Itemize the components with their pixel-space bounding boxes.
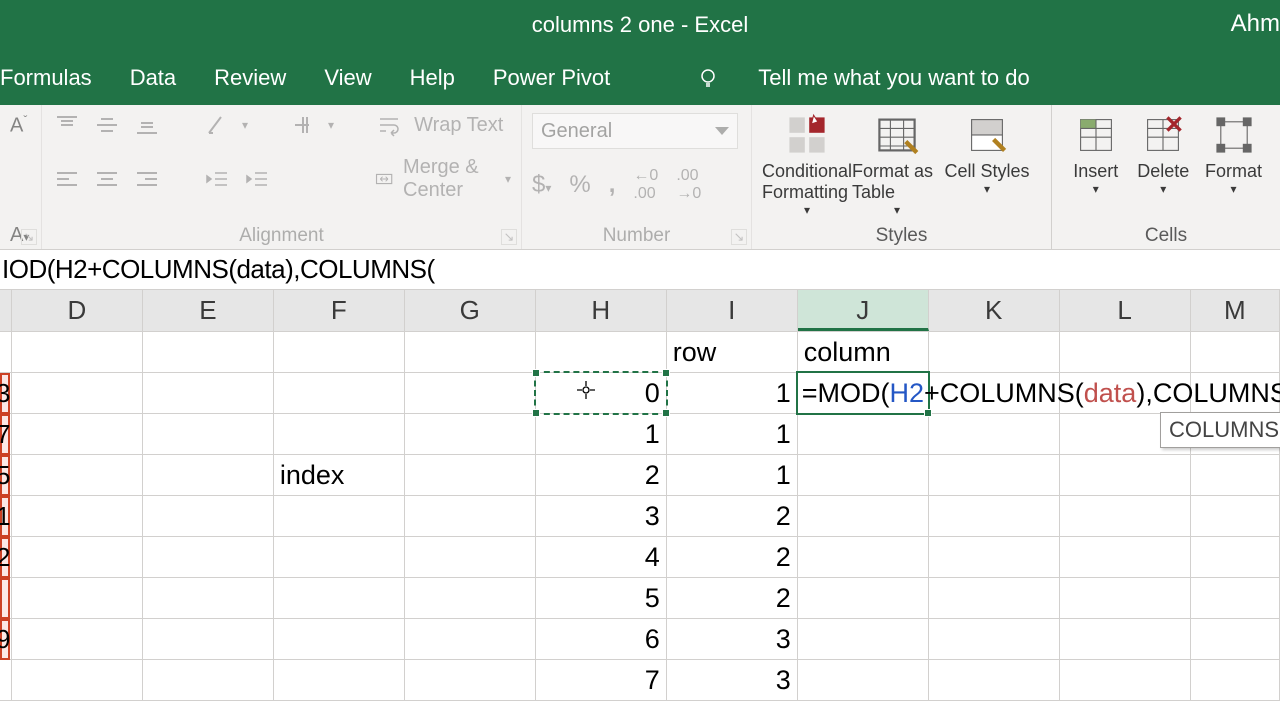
tab-view[interactable]: View [324,65,371,91]
align-middle-icon[interactable] [92,113,122,137]
cell-H8[interactable]: 6 [536,619,667,660]
ribbon-tabs: Formulas Data Review View Help Power Piv… [0,50,1280,105]
col-header-E[interactable]: E [143,290,274,331]
increase-indent-icon[interactable] [242,167,272,191]
format-cells-button[interactable]: Format▾ [1197,113,1270,196]
insert-cells-button[interactable]: Insert▾ [1062,113,1130,196]
align-right-icon[interactable] [132,167,162,191]
cell-I3[interactable]: 1 [667,414,798,455]
align-center-icon[interactable] [92,167,122,191]
increase-decimal-button[interactable]: ←0.00 [633,167,658,203]
cell-I2[interactable]: 1 [667,373,798,414]
cell-I7[interactable]: 2 [667,578,798,619]
cell-H2-selected[interactable]: 0 [536,373,667,414]
align-bottom-icon[interactable] [132,113,162,137]
cell-styles-icon [965,113,1009,157]
wrap-text-button[interactable]: Wrap Text [374,113,503,137]
cell-H3[interactable]: 1 [536,414,667,455]
number-format-dropdown[interactable]: General [532,113,738,149]
align-top-icon[interactable] [52,113,82,137]
cell-H7[interactable]: 5 [536,578,667,619]
formula-bar[interactable]: IOD(H2+COLUMNS(data),COLUMNS( [0,250,1280,290]
ribbon: Aˇ A▾ ↘ ▾ ▾ Wrap Text [0,105,1280,250]
cells-group: Insert▾ Delete▾ Format▾ Cells [1052,105,1280,249]
col-header-M[interactable]: M [1191,290,1280,331]
col-header-I[interactable]: I [667,290,798,331]
cells-group-label: Cells [1062,221,1270,247]
insert-icon [1074,113,1118,157]
cell-I1[interactable]: row [667,332,798,373]
number-group-label: Number [532,221,741,247]
cell-H4[interactable]: 2 [536,455,667,496]
delete-cells-button[interactable]: Delete▾ [1130,113,1198,196]
styles-group: Conditional Formatting▾ Format as Table▾… [752,105,1052,249]
cell-I5[interactable]: 2 [667,496,798,537]
col-header-F[interactable]: F [274,290,405,331]
styles-group-label: Styles [762,221,1041,247]
decrease-indent-icon[interactable] [202,167,232,191]
merge-icon [375,167,393,191]
tab-review[interactable]: Review [214,65,286,91]
number-group: General $▾ % , ←0.00 .00→0 Number ↘ [522,105,752,249]
worksheet-grid[interactable]: D E F G H I J K L M row column 3 0 1 =M [0,290,1280,701]
cell-styles-button[interactable]: Cell Styles▾ [942,113,1032,217]
format-table-icon [875,113,919,157]
chevron-down-icon [715,127,729,135]
cell-I9[interactable]: 3 [667,660,798,701]
font-size-button[interactable]: Aˇ [10,113,27,138]
tab-data[interactable]: Data [130,65,176,91]
cell-H9[interactable]: 7 [536,660,667,701]
col-header-H[interactable]: H [536,290,667,331]
format-icon [1212,113,1256,157]
percent-button[interactable]: % [569,171,590,199]
title-bar: columns 2 one - Excel Ahm [0,0,1280,50]
decrease-decimal-button[interactable]: .00→0 [676,167,701,203]
alignment-group: ▾ ▾ Wrap Text Mer [42,105,522,249]
conditional-formatting-icon [785,113,829,157]
currency-button[interactable]: $▾ [532,171,551,199]
tab-formulas[interactable]: Formulas [0,65,92,91]
cell-I6[interactable]: 2 [667,537,798,578]
align-left-icon[interactable] [52,167,82,191]
col-header-L[interactable]: L [1060,290,1191,331]
font-group-partial: Aˇ A▾ ↘ [0,105,42,249]
alignment-group-label: Alignment [52,221,511,247]
font-dialog-launcher[interactable]: ↘ [21,229,37,245]
tab-power-pivot[interactable]: Power Pivot [493,65,610,91]
cell-H5[interactable]: 3 [536,496,667,537]
account-name[interactable]: Ahm [1231,0,1280,50]
delete-icon [1141,113,1185,157]
cell-J1[interactable]: column [798,332,929,373]
col-header-J[interactable]: J [798,290,929,331]
cell-J2-editing[interactable]: =MOD(H2+COLUMNS(data),COLUMNS [798,373,929,414]
conditional-formatting-button[interactable]: Conditional Formatting▾ [762,113,852,217]
tell-me-search[interactable]: Tell me what you want to do [758,65,1029,91]
col-header-D[interactable]: D [12,290,143,331]
merge-center-button[interactable]: Merge & Center ▾ [375,156,511,202]
alignment-dialog-launcher[interactable]: ↘ [501,229,517,245]
format-as-table-button[interactable]: Format as Table▾ [852,113,942,217]
number-dialog-launcher[interactable]: ↘ [731,229,747,245]
rtl-icon[interactable] [288,113,318,137]
column-headers: D E F G H I J K L M [0,290,1280,332]
tab-help[interactable]: Help [410,65,455,91]
cell-F4[interactable]: index [274,455,405,496]
col-header-K[interactable]: K [929,290,1060,331]
cell-I8[interactable]: 3 [667,619,798,660]
wrap-text-icon [374,113,404,137]
document-title: columns 2 one - Excel [532,12,748,38]
comma-style-button[interactable]: , [609,171,616,199]
lightbulb-icon [696,66,720,90]
cell-H6[interactable]: 4 [536,537,667,578]
orientation-icon[interactable] [202,113,232,137]
function-tooltip: COLUMNS(arr [1160,412,1280,448]
cell-I4[interactable]: 1 [667,455,798,496]
move-cursor-icon [577,381,595,399]
col-header-G[interactable]: G [405,290,536,331]
